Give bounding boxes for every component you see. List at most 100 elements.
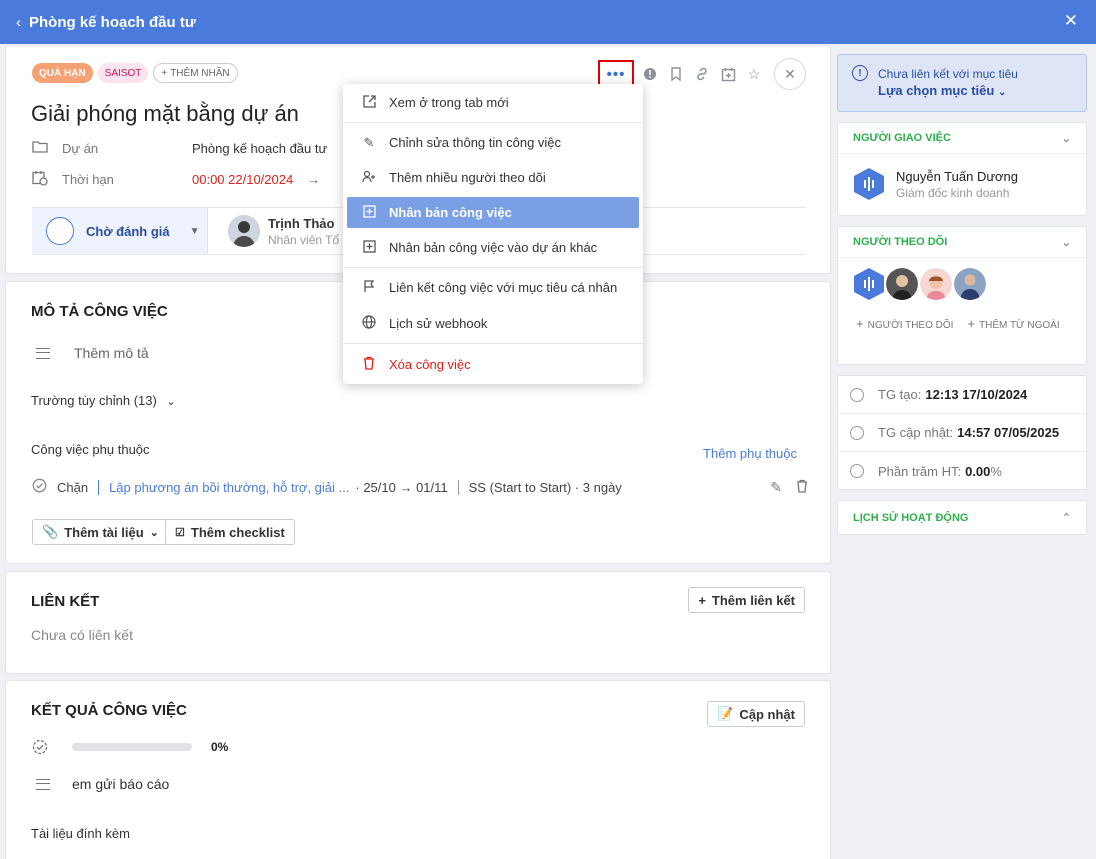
edit-icon[interactable]: ✎ [770,479,782,496]
progress-check-icon [32,739,48,758]
follower-avatar[interactable] [920,268,952,300]
page-title[interactable]: Phòng kế hoạch đầu tư [29,14,196,31]
overdue-tag[interactable]: QUÁ HẠN [32,63,93,83]
add-external-button[interactable]: + THÊM TỪ NGOÀI [967,316,1059,331]
menu-item-add-followers[interactable]: Thêm nhiều người theo dõi [347,162,639,193]
project-row: Dự án Phòng kế hoạch đầu tư [32,140,327,156]
add-follower-button[interactable]: + NGƯỜI THEO DÕI [856,316,953,331]
update-button[interactable]: 📝 Cập nhật [707,701,805,727]
assignee[interactable]: Trịnh Thảo Nhân viên Tổ c [208,208,349,254]
deadline-value[interactable]: 00:00 22/10/2024 [192,172,293,187]
status-dropdown[interactable]: Chờ đánh giá ▼ [32,208,208,254]
menu-item-label: Xem ở trong tab mới [389,95,509,110]
check-circle-icon [32,478,47,496]
task-info-card: TG tạo: 12:13 17/10/2024 TG cập nhật: 14:5… [837,375,1087,490]
add-tag-button[interactable]: + THÊM NHÃN [153,63,238,83]
menu-item-label: Nhân bản công việc vào dự án khác [389,240,598,255]
assigner-info[interactable]: Nguyễn Tuấn Dương Giám đốc kinh doanh [838,154,1086,214]
plus-icon: + [967,316,976,331]
divider [98,479,100,495]
star-icon[interactable]: ☆ [744,64,764,84]
trash-icon[interactable] [796,479,808,496]
add-document-button[interactable]: 📎 Thêm tài liệu ⌄ [32,519,169,545]
menu-item-label: Nhân bản công việc [389,205,512,220]
plus-icon: + [856,316,864,331]
menu-item-label: Liên kết công việc với mục tiêu cá nhân [389,280,618,295]
add-link-button[interactable]: + Thêm liên kết [688,587,805,613]
menu-item-label: Chỉnh sửa thông tin công việc [389,135,562,150]
bookmark-icon[interactable] [666,64,686,84]
add-description-label: Thêm mô tả [74,345,149,361]
alert-icon[interactable] [640,64,660,84]
add-description[interactable]: Thêm mô tả [36,345,149,361]
custom-fields-toggle[interactable]: Trường tùy chỉnh (13) ⌄ [31,393,176,408]
add-dependency-link[interactable]: Thêm phụ thuộc [703,446,797,461]
select-goal-label: Lựa chọn mục tiêu [878,83,995,98]
company-logo-icon [854,168,884,200]
percent-row: Phần trăm HT: 0.00% [838,452,1086,490]
add-follower-label: NGƯỜI THEO DÕI [867,320,954,331]
report-text: em gửi báo cáo [72,776,170,792]
follower-avatar[interactable] [886,268,918,300]
followers-title: NGƯỜI THEO DÕI [853,236,948,248]
more-options-menu: Xem ở trong tab mới ✎ Chỉnh sửa thông ti… [343,84,643,384]
flag-icon [361,279,377,296]
created-value: 12:13 17/10/2024 [925,387,1028,402]
saisot-tag[interactable]: SAISOT [97,63,149,83]
user-plus-icon [361,170,377,186]
report-row[interactable]: em gửi báo cáo [36,776,169,792]
menu-divider [343,343,643,344]
assigner-card: NGƯỜI GIAO VIỆC ⌄ Nguyễn Tuấn Dương Giám … [837,122,1087,216]
deadline-row: Thời hạn 00:00 22/10/2024 → [32,170,320,189]
follower-avatars [838,258,1086,310]
link-icon[interactable] [692,64,712,84]
assigner-header[interactable]: NGƯỜI GIAO VIỆC ⌄ [838,123,1086,154]
links-card: LIÊN KẾT + Thêm liên kết Chưa có liên kế… [5,571,831,674]
followers-header[interactable]: NGƯỜI THEO DÕI ⌄ [838,227,1086,258]
created-time-row: TG tạo: 12:13 17/10/2024 [838,376,1086,414]
status-circle-icon[interactable] [46,217,74,245]
assigner-title: NGƯỜI GIAO VIỆC [853,132,951,144]
trash-icon [361,356,377,373]
followers-card: NGƯỜI THEO DÕI ⌄ + NGƯỜI THEO DÕI + THÊM TỪ… [837,226,1087,365]
menu-item-duplicate-to-project[interactable]: Nhân bản công việc vào dự án khác [347,232,639,263]
tag-list: QUÁ HẠN SAISOT + THÊM NHÃN [32,63,238,83]
menu-item-webhook-history[interactable]: Lịch sử webhook [347,308,639,339]
close-task-button[interactable]: ✕ [774,58,806,90]
progress-text: 0% [211,740,229,754]
chevron-up-icon: ⌃ [1061,512,1071,524]
updated-value: 14:57 07/05/2025 [957,425,1060,440]
menu-item-open-new-tab[interactable]: Xem ở trong tab mới [347,87,639,118]
percent-value: 0.00 [965,463,991,479]
custom-fields-label: Trường tùy chỉnh (13) [31,393,157,408]
follower-avatar[interactable] [954,268,986,300]
add-checklist-button[interactable]: ☑ Thêm checklist [165,519,295,545]
update-label: Cập nhật [739,706,795,722]
status-label: Chờ đánh giá [86,223,170,239]
calendar-add-icon[interactable] [718,64,738,84]
top-bar: ‹ Phòng kế hoạch đầu tư ✕ [0,0,1096,44]
close-icon[interactable]: ✕ [1064,11,1078,31]
project-value[interactable]: Phòng kế hoạch đầu tư [192,141,327,156]
select-goal-link[interactable]: Lựa chọn mục tiêu ⌄ [852,83,1072,98]
links-title: LIÊN KẾT [31,593,100,610]
task-title[interactable]: Giải phóng mặt bằng dự án [31,101,299,127]
plus-icon: + [161,67,168,79]
assignee-role: Nhân viên Tổ c [268,232,349,247]
dependency-actions: ✎ [770,479,808,496]
dependency-task-link[interactable]: Lập phương án bồi thường, hỗ trợ, giải .… [109,480,349,495]
menu-item-link-goal[interactable]: Liên kết công việc với mục tiêu cá nhân [347,272,639,303]
arrow-right-icon: → [307,172,321,187]
menu-divider [343,122,643,123]
menu-divider [343,267,643,268]
company-logo-icon[interactable] [854,268,884,300]
menu-item-delete-task[interactable]: Xóa công việc [347,349,639,380]
dependency-relation: SS (Start to Start) · 3 ngày [468,479,622,495]
goal-notice: ! Chưa liên kết với mục tiêu Lựa chọn mục… [837,54,1087,112]
activity-header[interactable]: LỊCH SỬ HOẠT ĐỘNG ⌃ [838,501,1086,534]
menu-item-label: Lịch sử webhook [389,316,488,331]
back-icon[interactable]: ‹ [16,14,21,31]
links-empty-text: Chưa có liên kết [31,627,133,643]
menu-item-duplicate-task[interactable]: Nhân bản công việc [347,197,639,228]
menu-item-edit-task[interactable]: ✎ Chỉnh sửa thông tin công việc [347,127,639,158]
